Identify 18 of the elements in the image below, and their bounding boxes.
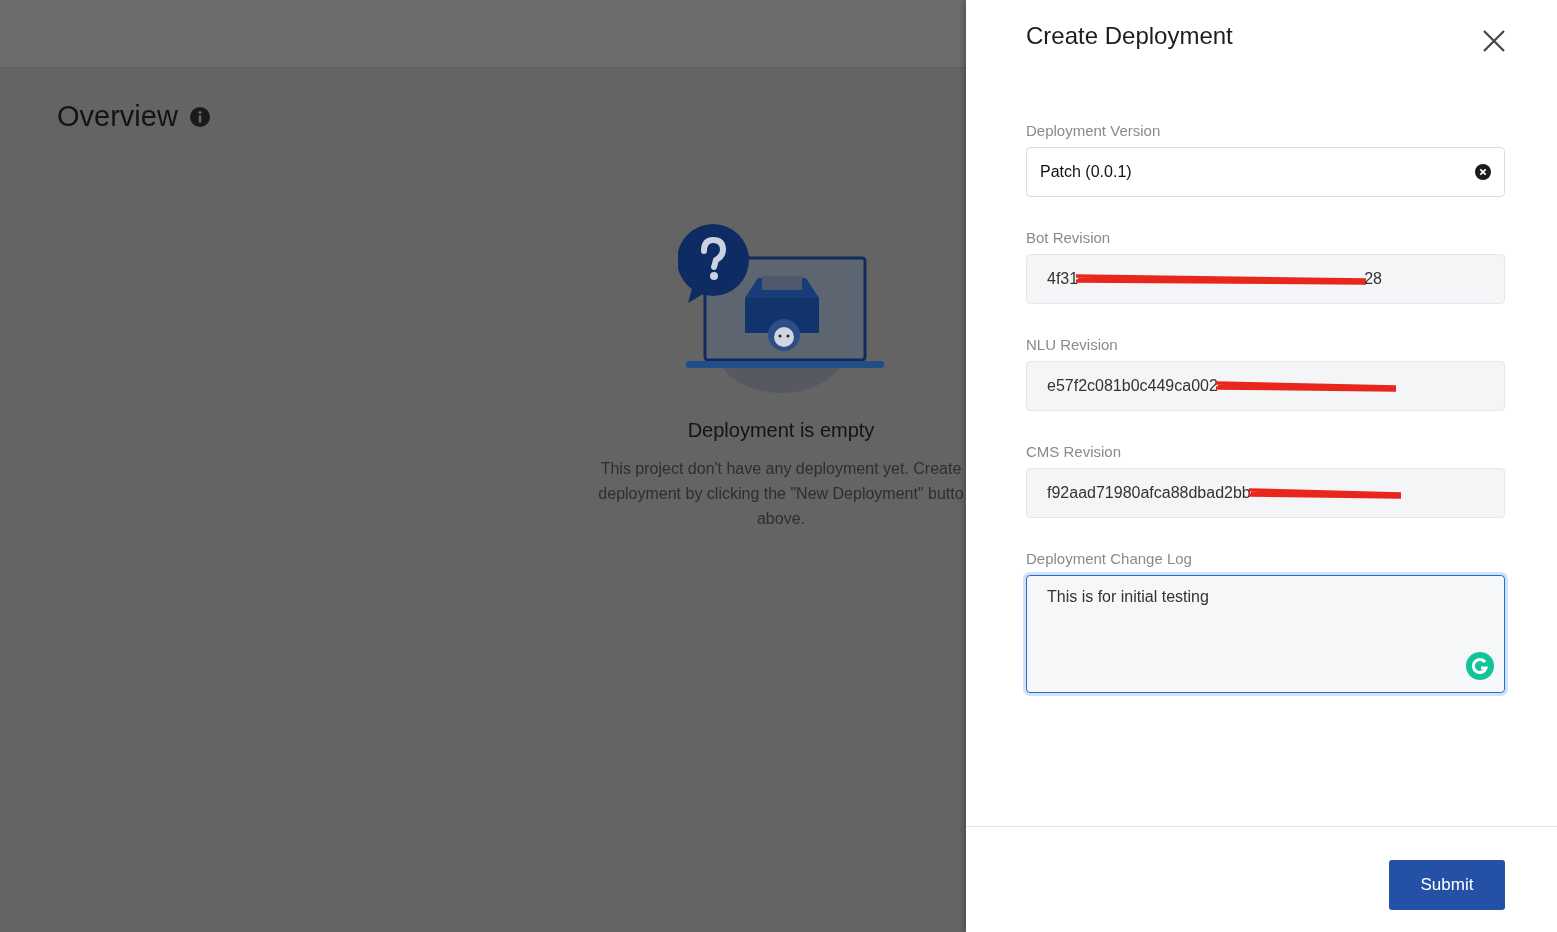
input-field[interactable]: 4f31 28 <box>1026 254 1505 304</box>
drawer-title: Create Deployment <box>1026 22 1233 50</box>
input-field[interactable]: f92aad71980afca88dbad2bb <box>1026 468 1505 518</box>
field-label: Deployment Change Log <box>1026 550 1193 567</box>
input-field[interactable]: e57f2c081b0c449ca002 <box>1026 361 1505 411</box>
field-label: Bot Revision <box>1026 229 1112 246</box>
clear-icon[interactable] <box>1475 164 1491 180</box>
submit-button[interactable]: Submit <box>1389 860 1505 910</box>
empty-state-title: Deployment is empty <box>687 419 875 442</box>
select-field[interactable]: Patch (0.0.1) <box>1026 147 1505 197</box>
close-button[interactable] <box>1483 30 1505 52</box>
info-icon[interactable] <box>189 106 210 127</box>
field-label: CMS Revision <box>1026 443 1123 460</box>
page-title: Overview <box>57 100 178 133</box>
close-icon <box>1483 30 1505 52</box>
textarea-field[interactable]: This is for initial testing <box>1026 575 1505 693</box>
field-label: Deployment Version <box>1026 122 1162 139</box>
field-label: NLU Revision <box>1026 336 1119 353</box>
